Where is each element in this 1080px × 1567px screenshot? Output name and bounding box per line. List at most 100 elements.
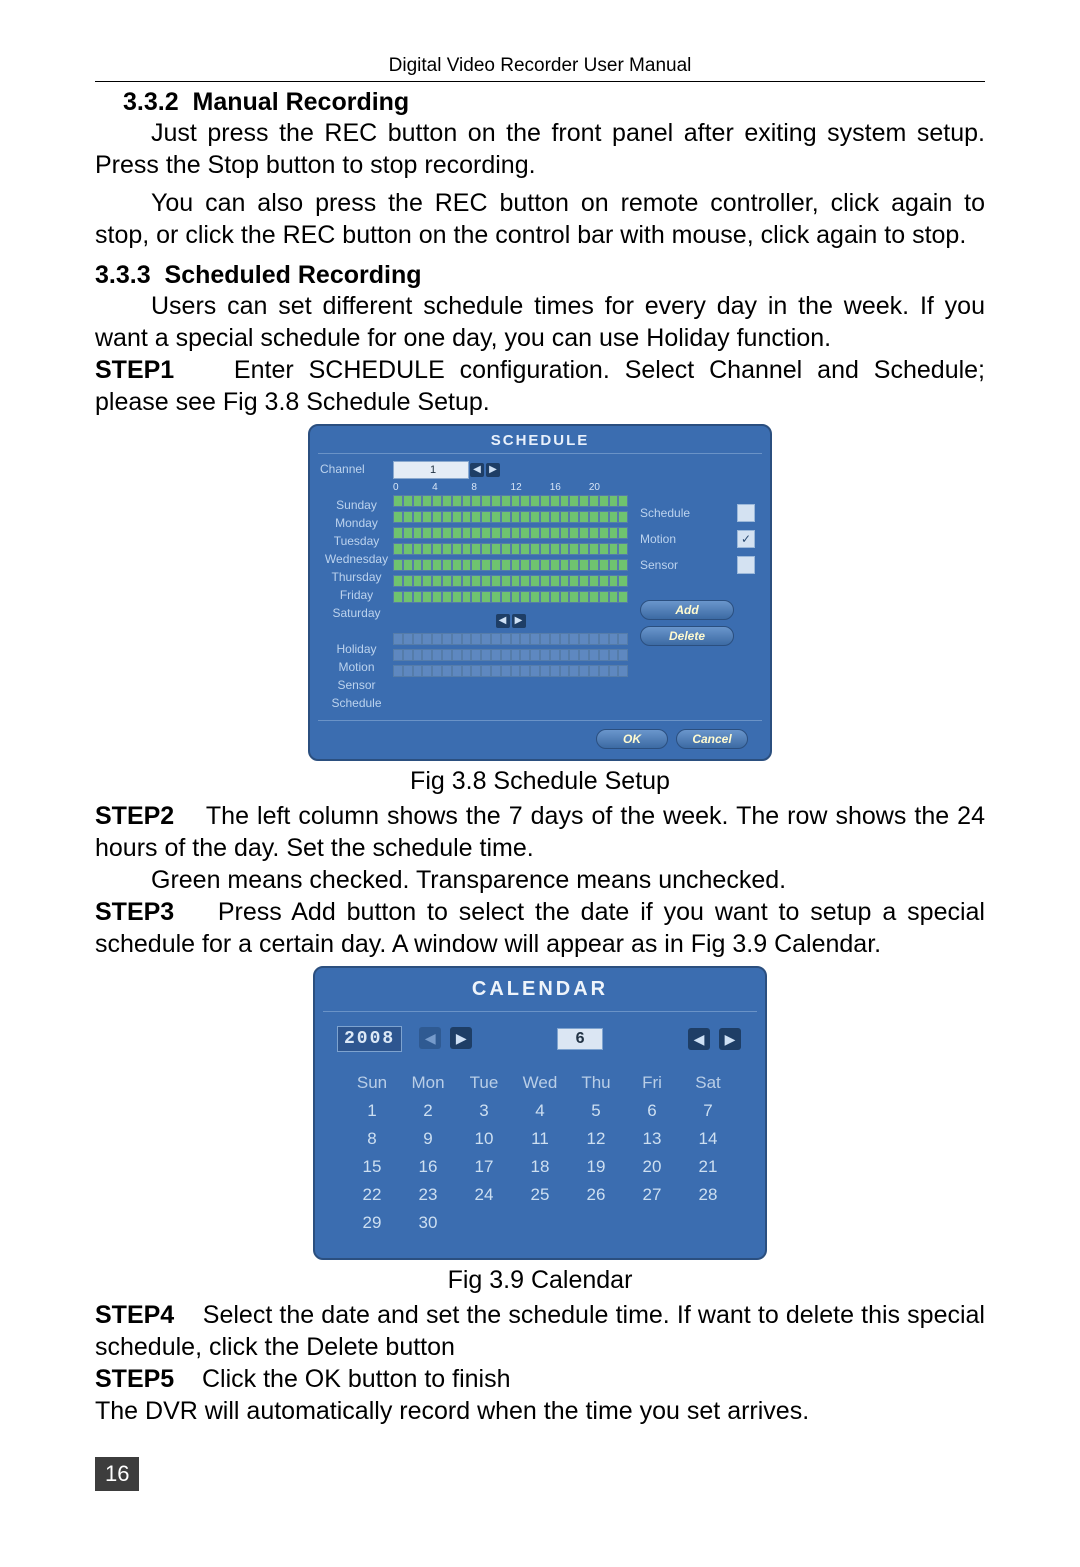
schedule-row[interactable]	[393, 665, 628, 679]
schedule-cell[interactable]	[609, 575, 619, 587]
schedule-cell[interactable]	[442, 495, 452, 507]
calendar-day[interactable]: 27	[629, 1184, 675, 1206]
schedule-cell[interactable]	[589, 665, 599, 677]
schedule-cell[interactable]	[501, 591, 511, 603]
schedule-cell[interactable]	[393, 575, 403, 587]
schedule-cell[interactable]	[501, 649, 511, 661]
schedule-cell[interactable]	[540, 495, 550, 507]
chevron-left-icon[interactable]: ◀	[470, 463, 484, 477]
calendar-day[interactable]: 5	[573, 1100, 619, 1122]
schedule-cell[interactable]	[481, 527, 491, 539]
day-friday[interactable]: Friday	[320, 586, 393, 604]
schedule-cell[interactable]	[462, 665, 472, 677]
schedule-cell[interactable]	[609, 559, 619, 571]
schedule-cell[interactable]	[462, 559, 472, 571]
schedule-cell[interactable]	[452, 495, 462, 507]
schedule-cell[interactable]	[481, 649, 491, 661]
schedule-cell[interactable]	[432, 665, 442, 677]
schedule-cell[interactable]	[471, 511, 481, 523]
schedule-cell[interactable]	[511, 591, 521, 603]
schedule-cell[interactable]	[393, 527, 403, 539]
schedule-cell[interactable]	[540, 575, 550, 587]
opt-motion-checkbox[interactable]: ✓	[737, 530, 755, 548]
schedule-cell[interactable]	[481, 633, 491, 645]
schedule-cell[interactable]	[540, 633, 550, 645]
schedule-cell[interactable]	[491, 633, 501, 645]
schedule-cell[interactable]	[589, 649, 599, 661]
schedule-cell[interactable]	[550, 649, 560, 661]
schedule-cell[interactable]	[618, 591, 628, 603]
schedule-cell[interactable]	[520, 543, 530, 555]
chevron-left-icon[interactable]: ◀	[496, 614, 510, 628]
schedule-cell[interactable]	[403, 495, 413, 507]
schedule-cell[interactable]	[413, 575, 423, 587]
schedule-cell[interactable]	[550, 527, 560, 539]
schedule-cell[interactable]	[432, 575, 442, 587]
schedule-cell[interactable]	[491, 495, 501, 507]
schedule-cell[interactable]	[452, 665, 462, 677]
schedule-cell[interactable]	[550, 543, 560, 555]
schedule-row[interactable]	[393, 649, 628, 663]
schedule-cell[interactable]	[530, 527, 540, 539]
cancel-button[interactable]: Cancel	[676, 729, 748, 749]
schedule-cell[interactable]	[520, 527, 530, 539]
schedule-cell[interactable]	[618, 575, 628, 587]
schedule-cell[interactable]	[403, 559, 413, 571]
schedule-cell[interactable]	[511, 559, 521, 571]
schedule-cell[interactable]	[540, 543, 550, 555]
schedule-cell[interactable]	[471, 591, 481, 603]
schedule-row[interactable]	[393, 543, 628, 557]
schedule-cell[interactable]	[520, 575, 530, 587]
schedule-cell[interactable]	[550, 575, 560, 587]
calendar-day[interactable]: 14	[685, 1128, 731, 1150]
schedule-cell[interactable]	[422, 543, 432, 555]
schedule-cell[interactable]	[589, 527, 599, 539]
schedule-cell[interactable]	[579, 649, 589, 661]
schedule-row[interactable]	[393, 575, 628, 589]
schedule-cell[interactable]	[422, 527, 432, 539]
month-next-icon[interactable]: ▶	[719, 1028, 741, 1050]
schedule-cell[interactable]	[599, 559, 609, 571]
schedule-cell[interactable]	[560, 495, 570, 507]
day-sunday[interactable]: Sunday	[320, 496, 393, 514]
schedule-cell[interactable]	[511, 543, 521, 555]
schedule-cell[interactable]	[569, 649, 579, 661]
chevron-right-icon[interactable]: ▶	[512, 614, 526, 628]
calendar-day[interactable]: 1	[349, 1100, 395, 1122]
schedule-cell[interactable]	[609, 511, 619, 523]
schedule-cell[interactable]	[599, 649, 609, 661]
day-thursday[interactable]: Thursday	[320, 568, 393, 586]
schedule-cell[interactable]	[550, 495, 560, 507]
schedule-cell[interactable]	[530, 575, 540, 587]
schedule-cell[interactable]	[413, 495, 423, 507]
schedule-cell[interactable]	[560, 559, 570, 571]
schedule-cell[interactable]	[511, 527, 521, 539]
schedule-cell[interactable]	[403, 665, 413, 677]
schedule-cell[interactable]	[618, 511, 628, 523]
schedule-cell[interactable]	[462, 591, 472, 603]
schedule-cell[interactable]	[618, 633, 628, 645]
schedule-row[interactable]	[393, 633, 628, 647]
month-prev-icon[interactable]: ◀	[688, 1028, 710, 1050]
schedule-cell[interactable]	[452, 559, 462, 571]
schedule-cell[interactable]	[569, 527, 579, 539]
schedule-cell[interactable]	[511, 511, 521, 523]
schedule-cell[interactable]	[579, 665, 589, 677]
calendar-day[interactable]: 29	[349, 1212, 395, 1234]
schedule-cell[interactable]	[432, 559, 442, 571]
schedule-cell[interactable]	[540, 649, 550, 661]
schedule-cell[interactable]	[520, 633, 530, 645]
schedule-cell[interactable]	[393, 591, 403, 603]
schedule-cell[interactable]	[520, 591, 530, 603]
schedule-cell[interactable]	[452, 649, 462, 661]
ok-button[interactable]: OK	[596, 729, 668, 749]
schedule-cell[interactable]	[393, 649, 403, 661]
schedule-cell[interactable]	[442, 633, 452, 645]
schedule-cell[interactable]	[422, 495, 432, 507]
schedule-cell[interactable]	[452, 633, 462, 645]
schedule-cell[interactable]	[511, 633, 521, 645]
schedule-cell[interactable]	[442, 649, 452, 661]
schedule-cell[interactable]	[422, 633, 432, 645]
schedule-cell[interactable]	[520, 511, 530, 523]
calendar-day[interactable]: 8	[349, 1128, 395, 1150]
